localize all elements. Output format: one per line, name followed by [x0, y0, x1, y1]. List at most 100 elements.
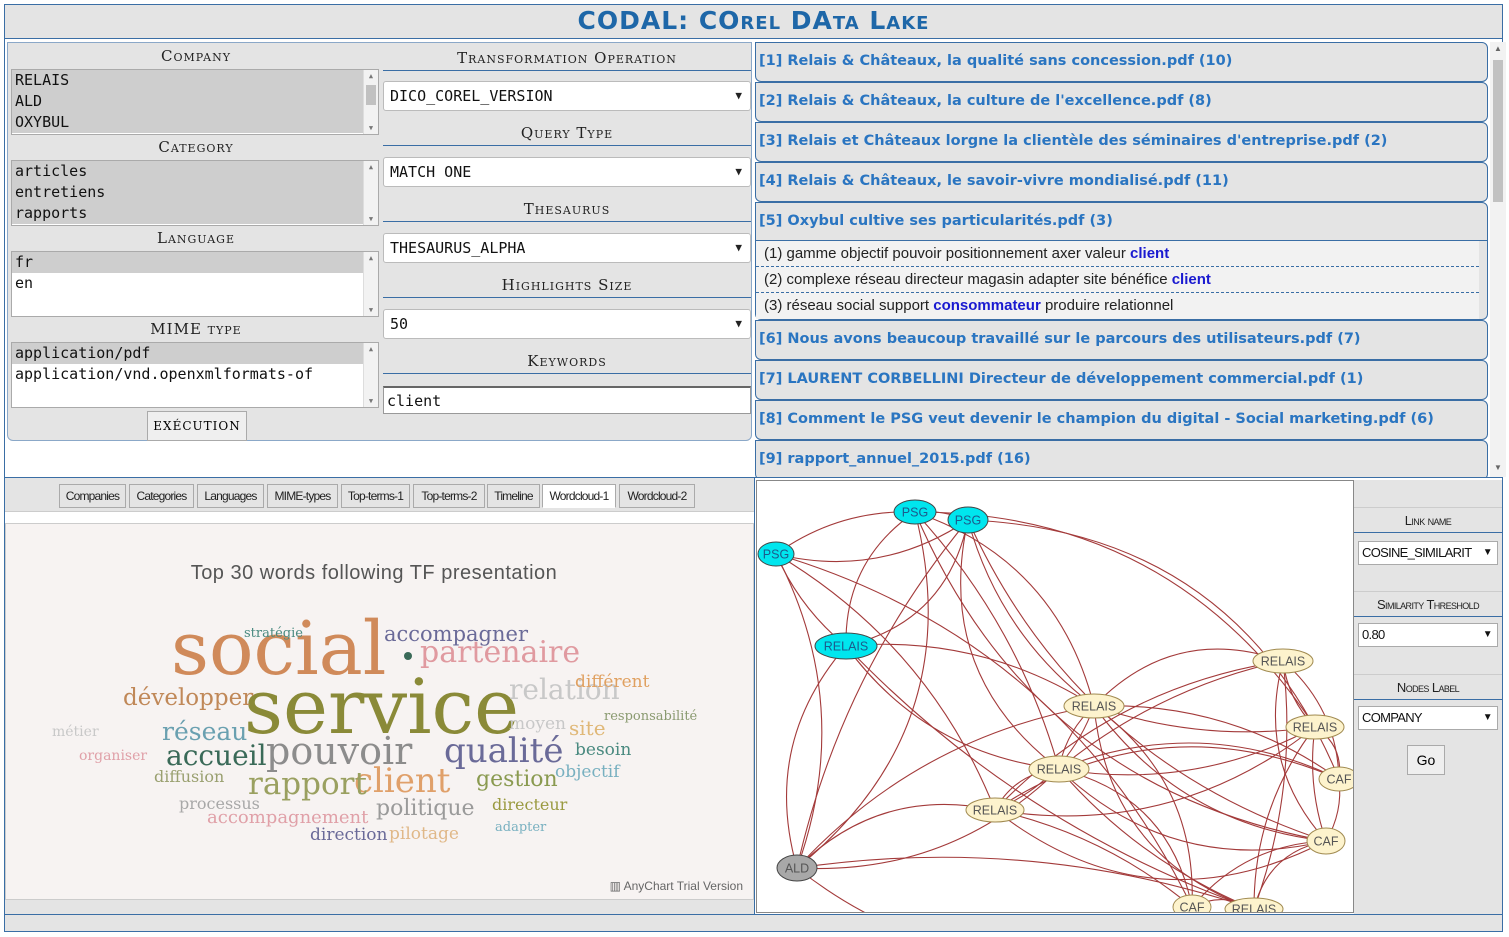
result-title[interactable]: [3] Relais et Châteaux lorgne la clientè…: [756, 123, 1487, 161]
execute-button[interactable]: EXÉCUTION: [147, 411, 247, 441]
graph-node[interactable]: CAF: [1172, 894, 1212, 913]
tab-languages[interactable]: Languages: [197, 484, 264, 508]
scroll-up-icon[interactable]: ▲: [364, 343, 378, 355]
graph-node[interactable]: CAF: [1318, 766, 1354, 792]
scroll-up-icon[interactable]: ▲: [1490, 44, 1506, 58]
graph-node[interactable]: RELAIS: [814, 632, 878, 660]
scroll-down-icon[interactable]: ▼: [364, 213, 378, 225]
wordcloud-word[interactable]: métier: [52, 725, 99, 739]
tab-wordcloud-1[interactable]: Wordcloud-1: [542, 484, 616, 508]
graph-node[interactable]: RELAIS: [1028, 755, 1090, 783]
list-option[interactable]: en: [12, 273, 378, 294]
wordcloud-word[interactable]: client: [354, 764, 450, 798]
wordcloud-word[interactable]: accompagner: [384, 624, 528, 645]
mime-listbox[interactable]: application/pdf application/vnd.openxmlf…: [11, 342, 379, 408]
wordcloud-word[interactable]: adapter: [495, 821, 546, 834]
wordcloud-word[interactable]: site: [569, 718, 606, 738]
result-title[interactable]: [7] LAURENT CORBELLINI Directeur de déve…: [756, 361, 1487, 399]
keywords-input[interactable]: [383, 386, 751, 414]
list-option[interactable]: application/pdf: [12, 343, 378, 364]
similarity-threshold-select[interactable]: 0.80 ▼: [1358, 623, 1498, 647]
scroll-down-icon[interactable]: ▼: [364, 122, 378, 134]
graph-node[interactable]: RELAIS: [1063, 693, 1125, 719]
list-option[interactable]: entretiens: [12, 182, 378, 203]
result-title[interactable]: [4] Relais & Châteaux, le savoir-vivre m…: [756, 163, 1487, 201]
graph-canvas[interactable]: PSG PSG PSG RELAIS RELAIS RELAIS RELAIS RELAIS R…: [757, 481, 1354, 913]
tab-companies[interactable]: Companies: [59, 484, 126, 508]
results-scrollbar[interactable]: ▲ ▼: [1490, 42, 1506, 477]
result-title[interactable]: [1] Relais & Châteaux, la qualité sans c…: [756, 43, 1487, 81]
result-title[interactable]: [9] rapport_annuel_2015.pdf (16): [756, 441, 1487, 477]
scrollbar[interactable]: ▲ ▼: [363, 343, 378, 407]
wordcloud-word[interactable]: stratégie: [244, 627, 303, 640]
result-item[interactable]: [6] Nous avons beaucoup travaillé sur le…: [755, 320, 1488, 360]
graph-node[interactable]: PSG: [893, 499, 937, 525]
wordcloud-word[interactable]: pilotage: [389, 826, 459, 843]
tab-mime-types[interactable]: MIME-types: [267, 484, 338, 508]
list-option[interactable]: articles: [12, 161, 378, 182]
result-item[interactable]: [9] rapport_annuel_2015.pdf (16): [755, 440, 1488, 477]
result-item[interactable]: [4] Relais & Châteaux, le savoir-vivre m…: [755, 162, 1488, 202]
scroll-down-icon[interactable]: ▼: [364, 395, 378, 407]
tab-top-terms-1[interactable]: Top-terms-1: [341, 484, 410, 508]
wordcloud-word[interactable]: moyen: [509, 716, 566, 733]
language-listbox[interactable]: fr en ▲ ▼: [11, 251, 379, 317]
query-type-select[interactable]: MATCH ONE ▼: [383, 157, 751, 187]
wordcloud-word[interactable]: direction: [310, 827, 387, 844]
scroll-down-icon[interactable]: ▼: [364, 304, 378, 316]
tab-categories[interactable]: Categories: [129, 484, 194, 508]
wordcloud-word[interactable]: réseau: [162, 719, 247, 744]
wordcloud-word[interactable]: responsabilité: [604, 710, 697, 723]
list-option[interactable]: fr: [12, 252, 378, 273]
scroll-thumb[interactable]: [366, 85, 376, 105]
similarity-graph[interactable]: PSG PSG PSG RELAIS RELAIS RELAIS RELAIS RELAIS R…: [756, 480, 1354, 913]
wordcloud-word[interactable]: diffusion: [154, 769, 224, 785]
scrollbar[interactable]: ▲ ▼: [363, 161, 378, 225]
result-item[interactable]: [7] LAURENT CORBELLINI Directeur de déve…: [755, 360, 1488, 400]
result-item[interactable]: [3] Relais et Châteaux lorgne la clientè…: [755, 122, 1488, 162]
tab-top-terms-2[interactable]: Top-terms-2: [413, 484, 485, 508]
wordcloud-word[interactable]: directeur: [492, 797, 567, 813]
tab-timeline[interactable]: Timeline: [487, 484, 540, 508]
scroll-up-icon[interactable]: ▲: [364, 70, 378, 82]
category-listbox[interactable]: articles entretiens rapports ▲ ▼: [11, 160, 379, 226]
list-option[interactable]: RELAIS: [12, 70, 378, 91]
result-item[interactable]: [1] Relais & Châteaux, la qualité sans c…: [755, 42, 1488, 82]
wordcloud-word[interactable]: différent: [575, 674, 649, 691]
wordcloud-word[interactable]: gestion: [476, 769, 558, 791]
wordcloud-word[interactable]: qualité: [444, 734, 563, 768]
nodes-label-select[interactable]: COMPANY ▼: [1358, 706, 1498, 730]
list-option[interactable]: rapports: [12, 203, 378, 224]
go-button[interactable]: Go: [1407, 745, 1445, 775]
wordcloud-word[interactable]: objectif: [555, 764, 620, 781]
result-item[interactable]: [8] Comment le PSG veut devenir le champ…: [755, 400, 1488, 440]
graph-node[interactable]: PSG: [947, 506, 989, 534]
tab-wordcloud-2[interactable]: Wordcloud-2: [619, 484, 695, 508]
wordcloud-word[interactable]: organiser: [79, 749, 147, 763]
company-listbox[interactable]: RELAIS ALD OXYBUL ▲ ▼: [11, 69, 379, 135]
scroll-up-icon[interactable]: ▲: [364, 161, 378, 173]
list-option[interactable]: application/vnd.openxmlformats-of: [12, 364, 378, 385]
wordcloud-word[interactable]: accueil: [166, 742, 267, 770]
result-title[interactable]: [8] Comment le PSG veut devenir le champ…: [756, 401, 1487, 439]
thesaurus-select[interactable]: THESAURUS_ALPHA ▼: [383, 233, 751, 263]
result-item-expanded[interactable]: [5] Oxybul cultive ses particularités.pd…: [755, 202, 1488, 320]
wordcloud-word[interactable]: développer: [123, 687, 253, 710]
result-title[interactable]: [5] Oxybul cultive ses particularités.pd…: [756, 203, 1487, 241]
scrollbar[interactable]: ▲ ▼: [363, 70, 378, 134]
graph-node[interactable]: RELAIS: [965, 797, 1025, 823]
graph-node[interactable]: CAF: [1306, 827, 1346, 855]
result-title[interactable]: [2] Relais & Châteaux, la culture de l'e…: [756, 83, 1487, 121]
wordcloud-word[interactable]: besoin: [575, 742, 631, 759]
graph-node[interactable]: PSG: [757, 541, 795, 567]
list-option[interactable]: ALD: [12, 91, 378, 112]
wordcloud-word[interactable]: processus: [179, 796, 260, 812]
result-title[interactable]: [6] Nous avons beaucoup travaillé sur le…: [756, 321, 1487, 359]
link-name-select[interactable]: COSINE_SIMILARIT ▼: [1358, 541, 1498, 565]
wordcloud-word[interactable]: politique: [376, 798, 475, 820]
graph-node[interactable]: RELAIS: [1252, 648, 1314, 674]
scroll-up-icon[interactable]: ▲: [364, 252, 378, 264]
scroll-thumb[interactable]: [1493, 60, 1503, 202]
result-item[interactable]: [2] Relais & Châteaux, la culture de l'e…: [755, 82, 1488, 122]
list-option[interactable]: OXYBUL: [12, 112, 378, 133]
